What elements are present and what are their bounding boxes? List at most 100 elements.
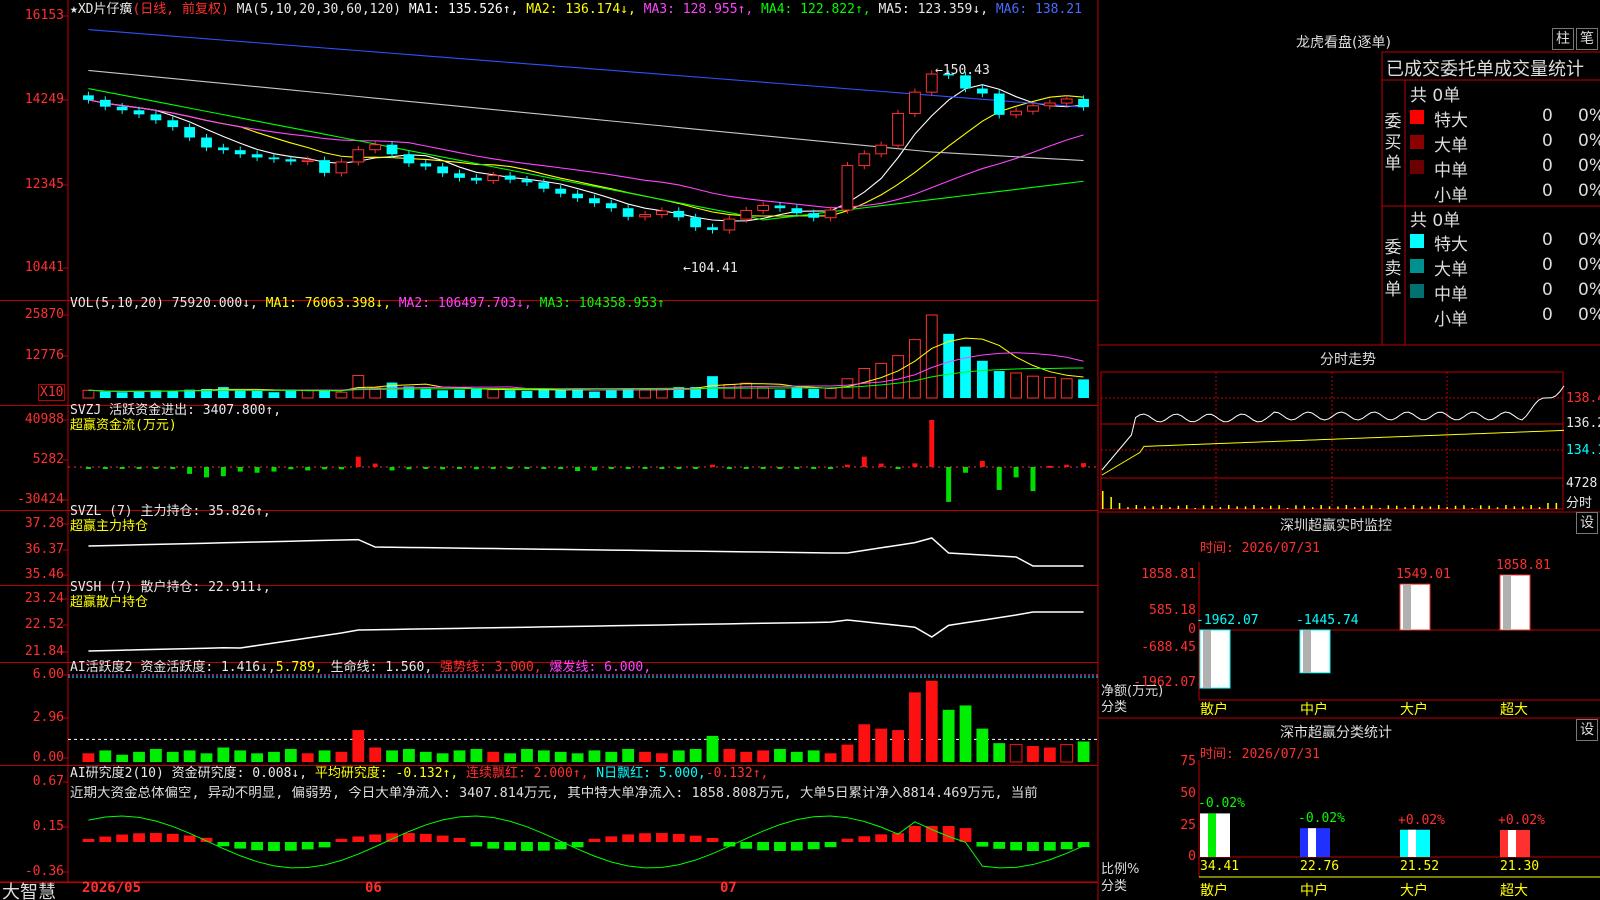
szjk-value-3: 1858.81 [1496, 558, 1551, 573]
res-bar-45 [841, 838, 854, 842]
act-bar-41 [774, 748, 786, 762]
res-bar-33 [639, 833, 651, 842]
res-bar-39 [740, 842, 753, 849]
fs-vol-92 [1488, 505, 1490, 509]
candle-body-49 [909, 91, 921, 114]
sell-row-pct-0: 0% [1578, 230, 1600, 250]
ai-res-nday-red: N日飘红: 5.000, [596, 766, 706, 781]
lhb-bar-button[interactable]: 柱 [1552, 28, 1574, 50]
act-bar-21 [436, 753, 449, 762]
lhb-tick-button[interactable]: 笔 [1576, 28, 1598, 50]
szfl-tick-2: 25 [1180, 818, 1196, 833]
candle-body-59 [1078, 98, 1089, 108]
ai-res-avg: 平均研究度: -0.132↑, [314, 766, 459, 781]
vol-bar-26 [521, 390, 533, 398]
chart-canvas[interactable] [0, 0, 1600, 900]
fs-vol-80 [1438, 505, 1440, 509]
act-bar-11 [268, 751, 280, 762]
res-bar-13 [301, 842, 314, 850]
buy-row-name-0: 特大 [1434, 111, 1468, 131]
szfl-bar-shade-0 [1208, 813, 1216, 857]
act-bar-14 [318, 750, 331, 762]
svzj-bar-32 [625, 467, 631, 469]
candle-body-34 [656, 210, 668, 216]
svzj-bar-29 [575, 467, 581, 472]
svzj-bar-5 [170, 467, 176, 469]
candle-body-53 [976, 88, 988, 94]
svzj-bar-59 [1081, 463, 1087, 467]
fs-vol-86 [1463, 505, 1465, 509]
ai-act-lifeline: 生命线: 1.560, [330, 660, 433, 675]
svzl-header: SVZL (7) 主力持仓: 35.826↑, 超赢主力持仓 [70, 504, 271, 534]
szjk-cat-0: 散户 [1200, 702, 1228, 718]
act-bar-15 [335, 751, 348, 762]
res-bar-57 [1043, 842, 1056, 851]
svzj-bar-4 [153, 467, 159, 469]
svzj-bar-53 [979, 460, 985, 467]
fs-vol-8 [1135, 505, 1138, 509]
res-bar-52 [959, 828, 972, 842]
res-bar-24 [487, 842, 500, 849]
act-bar-37 [706, 735, 719, 762]
ai-res-value: 资金研究度: 0.008↓, [171, 766, 308, 781]
fs-vol-2 [1110, 497, 1112, 509]
vol-bar-47 [875, 362, 888, 399]
candle-body-7 [201, 137, 212, 148]
res-bar-12 [284, 842, 297, 851]
buy-row-count-1: 0 [1542, 131, 1553, 151]
candle-body-2 [116, 106, 128, 111]
act-bar-4 [149, 748, 162, 762]
candle-body-41 [774, 205, 786, 209]
low-price-label: ←104.41 [683, 261, 738, 276]
candle-body-8 [217, 147, 229, 151]
res-bar-19 [402, 833, 415, 842]
vol-bar-16 [352, 375, 365, 399]
ai-act-value: 资金活跃度: 1.416↓, [140, 660, 276, 675]
fenshi-title: 分时走势 [1320, 352, 1376, 368]
buy-row-pct-3: 0% [1578, 181, 1600, 201]
svzj-bar-12 [288, 467, 294, 470]
candle-body-40 [757, 204, 769, 211]
fs-vol-64 [1370, 505, 1373, 509]
res-bar-31 [605, 836, 618, 842]
buy-row-square-2 [1410, 160, 1424, 174]
vol-bar-8 [217, 387, 229, 398]
vol-bar-33 [639, 389, 651, 399]
ai-act-strong: 强势线: 3.000, [440, 660, 542, 675]
candle-body-37 [707, 227, 718, 230]
szfl-settings-button[interactable]: 设 [1576, 719, 1598, 741]
vol-bar-39 [740, 382, 753, 399]
svzj-bar-11 [271, 467, 277, 472]
ma-value-3: MA3: 128.955↑, [635, 2, 754, 17]
buy-row-count-2: 0 [1542, 156, 1553, 176]
svzj-bar-28 [558, 467, 564, 469]
act-bar-53 [976, 728, 989, 762]
date-label-jul: 07 [720, 880, 737, 896]
szfl-bar-shade-2 [1408, 829, 1416, 857]
fs-vol-50 [1312, 507, 1314, 509]
res-bar-35 [672, 833, 685, 842]
act-bar-34 [655, 753, 668, 762]
vol-bar-43 [808, 389, 820, 398]
candle-body-15 [335, 161, 348, 174]
vol-title: VOL(5,10,20) [70, 296, 164, 311]
act-bar-25 [504, 753, 517, 762]
svsh-tick-0: 23.24 [24, 591, 64, 606]
szfl-bar-shade-1 [1308, 828, 1316, 857]
svsh-tick-1: 22.52 [24, 617, 64, 632]
act-bar-31 [605, 751, 618, 762]
svzj-bar-54 [996, 467, 1002, 490]
svzj-bar-21 [440, 467, 446, 470]
ma-value-1: MA1: 135.526↑, [408, 2, 519, 17]
res-bar-5 [166, 833, 179, 842]
fs-vol-24 [1202, 505, 1205, 509]
ai-act-title: AI活跃度2 [70, 660, 133, 675]
vol-bar-53 [976, 360, 988, 398]
date-label-may: 2026/05 [82, 880, 142, 896]
szfl-xlabel: 分类 [1101, 879, 1128, 894]
fenshi-vol: 4728 [1566, 476, 1598, 491]
price-tick-0: 16153 [24, 8, 64, 23]
res-bar-41 [774, 842, 786, 851]
szjk-settings-button[interactable]: 设 [1576, 512, 1598, 534]
candle-body-54 [993, 93, 1005, 115]
